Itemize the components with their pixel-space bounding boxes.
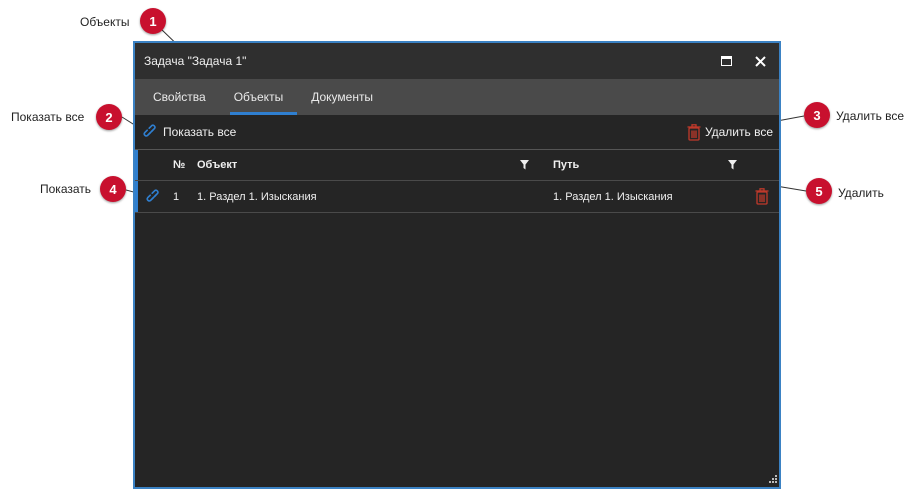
header-object[interactable]: Объект	[197, 159, 237, 171]
window-title: Задача "Задача 1"	[144, 54, 247, 68]
tab-properties[interactable]: Свойства	[139, 79, 220, 115]
row-path: 1. Раздел 1. Изыскания	[533, 191, 745, 203]
tab-objects[interactable]: Объекты	[220, 79, 298, 115]
header-path[interactable]: Путь	[553, 159, 579, 171]
callout-badge-3: 3	[804, 102, 830, 128]
delete-all-button[interactable]: Удалить все	[687, 123, 773, 141]
toolbar: Показать все Удалить все	[135, 115, 779, 150]
callout-label-show: Показать	[40, 182, 92, 196]
tab-bar: Свойства Объекты Документы	[135, 79, 779, 115]
trash-icon	[755, 188, 769, 205]
row-indicator-strip	[135, 181, 138, 212]
close-icon	[754, 55, 766, 67]
row-path-text: 1. Раздел 1. Изыскания	[553, 190, 673, 203]
link-icon	[146, 189, 159, 202]
filter-icon[interactable]	[728, 160, 737, 170]
delete-all-label: Удалить все	[704, 125, 773, 139]
filter-icon[interactable]	[520, 160, 529, 170]
callout-label-delete: Удалить	[838, 186, 884, 200]
row-indicator-strip	[135, 150, 138, 180]
title-bar[interactable]: Задача "Задача 1"	[135, 43, 779, 79]
row-object: 1. Раздел 1. Изыскания	[197, 191, 533, 203]
delete-row-button[interactable]	[745, 188, 779, 205]
header-object-cell: Объект	[197, 159, 533, 171]
link-icon	[143, 124, 156, 137]
show-row-button[interactable]	[135, 189, 173, 205]
header-number[interactable]: №	[173, 159, 197, 171]
resize-grip-icon[interactable]	[767, 475, 777, 485]
callout-label-objects: Объекты	[80, 15, 130, 29]
callout-badge-2: 2	[96, 104, 122, 130]
callout-badge-1: 1	[140, 8, 166, 34]
maximize-button[interactable]	[709, 43, 743, 79]
callout-label-delete-all: Удалить все	[836, 109, 905, 123]
task-dialog-window: Задача "Задача 1" Свойства Объекты Докум…	[133, 41, 781, 489]
close-button[interactable]	[743, 43, 777, 79]
callout-badge-4: 4	[100, 176, 126, 202]
show-all-label: Показать все	[163, 125, 237, 139]
tab-documents[interactable]: Документы	[297, 79, 387, 115]
trash-icon	[687, 123, 701, 141]
grid-header-row: № Объект Путь	[135, 150, 779, 181]
callout-label-show-all: Показать все	[11, 110, 85, 124]
callout-badge-5: 5	[806, 178, 832, 204]
leader-line-3	[776, 115, 805, 122]
row-object-text: 1. Раздел 1. Изыскания	[197, 190, 317, 203]
header-path-cell: Путь	[533, 159, 745, 171]
table-row[interactable]: 1 1. Раздел 1. Изыскания 1. Раздел 1. Из…	[135, 181, 779, 213]
show-all-button[interactable]: Показать все	[143, 124, 236, 140]
row-number: 1	[173, 190, 180, 203]
maximize-icon	[720, 56, 732, 66]
